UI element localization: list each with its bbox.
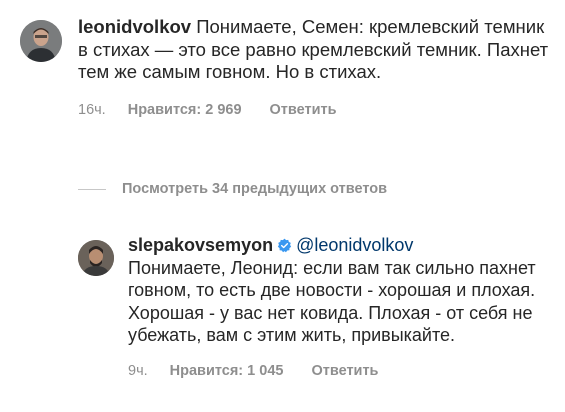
avatar[interactable] [20, 20, 62, 62]
view-previous-replies-button[interactable]: Посмотреть 34 предыдущих ответов [78, 181, 387, 197]
mention-link[interactable]: @leonidvolkov [296, 235, 413, 255]
avatar[interactable] [78, 240, 114, 276]
likes-count[interactable]: Нравится: 1 045 [170, 363, 284, 379]
comment-meta: 9ч. Нравится: 1 045 Ответить [128, 363, 548, 379]
divider-line [78, 188, 106, 190]
verified-badge-icon [277, 238, 292, 253]
view-replies-label: Посмотреть 34 предыдущих ответов [122, 181, 388, 197]
comment-text: slepakovsemyon @leonidvolkov Понимаете, Ле… [128, 234, 548, 347]
comment-slepakovsemyon: slepakovsemyon @leonidvolkov Понимаете, Ле… [78, 234, 548, 379]
avatar-image [78, 240, 114, 276]
comment-content: Понимаете, Леонид: если вам так сильно п… [128, 257, 536, 346]
timestamp[interactable]: 9ч. [128, 363, 148, 379]
username[interactable]: leonidvolkov [78, 16, 191, 37]
avatar-image [20, 20, 62, 62]
comment-meta: 16ч. Нравится: 2 969 Ответить [78, 102, 550, 118]
comment-body: leonidvolkov Понимаете, Семен: кремлевск… [78, 16, 550, 118]
comment-text: leonidvolkov Понимаете, Семен: кремлевск… [78, 16, 550, 84]
username[interactable]: slepakovsemyon [128, 235, 273, 255]
comment-body: slepakovsemyon @leonidvolkov Понимаете, Ле… [128, 234, 548, 379]
comment-leonidvolkov: leonidvolkov Понимаете, Семен: кремлевск… [20, 16, 550, 118]
reply-button[interactable]: Ответить [270, 102, 337, 118]
likes-count[interactable]: Нравится: 2 969 [128, 102, 242, 118]
timestamp[interactable]: 16ч. [78, 102, 106, 118]
reply-button[interactable]: Ответить [311, 363, 378, 379]
